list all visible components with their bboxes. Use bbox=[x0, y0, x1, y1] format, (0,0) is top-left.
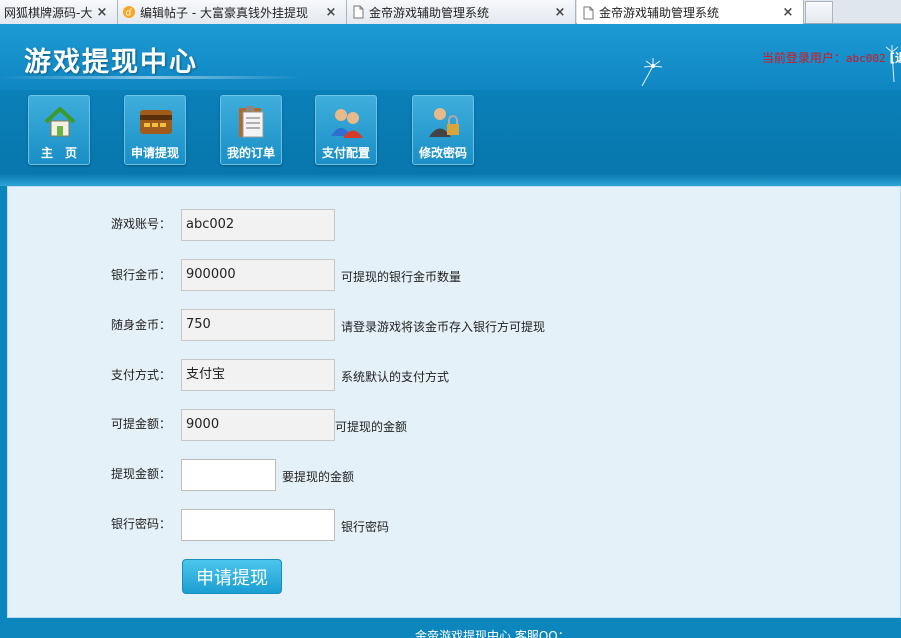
carry-gold-field: 750 bbox=[181, 309, 335, 341]
close-icon[interactable]: × bbox=[324, 5, 338, 20]
site-header: 游戏提现中心 当前登录用户：abc002 [退 bbox=[0, 24, 901, 90]
current-user-info: 当前登录用户：abc002 [退 bbox=[762, 49, 901, 66]
dandelion-decoration-icon bbox=[641, 58, 663, 87]
withdraw-form-panel: 游戏账号： abc002 银行金币： 900000 可提现的银行金币数量 随身金… bbox=[7, 186, 901, 618]
nav-label: 我的订单 bbox=[226, 146, 275, 160]
pay-method-hint: 系统默认的支付方式 bbox=[341, 370, 450, 384]
nav-withdraw-button[interactable]: 申请提现 bbox=[124, 95, 186, 165]
nav-orders-button[interactable]: 我的订单 bbox=[220, 95, 282, 165]
username: abc002 bbox=[845, 52, 886, 65]
home-icon bbox=[44, 107, 76, 137]
pay-method-field: 支付宝 bbox=[181, 359, 335, 391]
page-title: 游戏提现中心 bbox=[24, 47, 198, 78]
browser-tab-1[interactable]: 网狐棋牌源码-大 × bbox=[0, 0, 118, 24]
nav-change-password-button[interactable]: 修改密码 bbox=[412, 95, 474, 165]
bank-gold-label: 银行金币： bbox=[111, 268, 172, 282]
clipboard-icon bbox=[239, 106, 264, 138]
nav-label: 主 页 bbox=[40, 146, 77, 160]
withdraw-amount-input[interactable] bbox=[181, 459, 276, 491]
available-amount-field: 9000 bbox=[181, 409, 335, 441]
bank-password-label: 银行密码： bbox=[111, 517, 172, 531]
account-field: abc002 bbox=[181, 209, 335, 241]
nav-label: 支付配置 bbox=[321, 146, 370, 160]
nav-home-button[interactable]: 主 页 bbox=[28, 95, 90, 165]
pay-method-label: 支付方式： bbox=[111, 368, 172, 382]
header-swoosh bbox=[0, 76, 300, 79]
discuz-logo-icon: ɗ bbox=[123, 6, 135, 19]
bankcard-icon bbox=[140, 110, 172, 134]
bank-gold-field: 900000 bbox=[181, 259, 335, 291]
account-label: 游戏账号： bbox=[111, 217, 172, 231]
main-nav: 主 页 申请提现 我的订单 支付配置 修改密码 bbox=[0, 90, 901, 174]
close-icon[interactable]: × bbox=[553, 5, 567, 20]
login-prefix: 当前登录用户： bbox=[761, 51, 846, 65]
tab-title: 金帝游戏辅助管理系统 bbox=[599, 6, 720, 20]
nav-divider-band bbox=[0, 174, 901, 186]
browser-tab-3[interactable]: 金帝游戏辅助管理系统 × bbox=[347, 0, 576, 24]
tab-title: 编辑帖子 - 大富豪真钱外挂提现 bbox=[140, 5, 308, 20]
carry-gold-label: 随身金币： bbox=[111, 318, 172, 332]
submit-withdraw-button[interactable]: 申请提现 bbox=[182, 559, 282, 594]
tab-title: 网狐棋牌源码-大 bbox=[4, 5, 93, 20]
page-icon bbox=[583, 6, 594, 19]
nav-payment-config-button[interactable]: 支付配置 bbox=[315, 95, 377, 165]
bank-password-hint: 银行密码 bbox=[341, 520, 390, 534]
user-lock-icon bbox=[429, 108, 459, 137]
bank-password-input[interactable] bbox=[181, 509, 335, 541]
tab-title: 金帝游戏辅助管理系统 bbox=[369, 5, 490, 20]
page-icon bbox=[353, 5, 364, 19]
nav-label: 申请提现 bbox=[130, 146, 179, 160]
new-tab-button[interactable] bbox=[805, 1, 833, 23]
logout-link[interactable]: [退 bbox=[890, 51, 901, 65]
bank-gold-hint: 可提现的银行金币数量 bbox=[341, 270, 462, 284]
footer: 金帝游戏提现中心 客服QQ： bbox=[0, 618, 901, 638]
browser-tab-bar: 网狐棋牌源码-大 × ɗ 编辑帖子 - 大富豪真钱外挂提现 × 金帝游戏辅助管理… bbox=[0, 0, 901, 25]
users-icon bbox=[331, 109, 363, 138]
available-amount-label: 可提金额： bbox=[111, 417, 172, 431]
footer-text: 金帝游戏提现中心 客服QQ： bbox=[415, 629, 570, 638]
carry-gold-hint: 请登录游戏将该金币存入银行方可提现 bbox=[341, 320, 546, 334]
nav-label: 修改密码 bbox=[418, 146, 467, 160]
withdraw-amount-label: 提现金额： bbox=[111, 467, 172, 481]
browser-tab-2[interactable]: ɗ 编辑帖子 - 大富豪真钱外挂提现 × bbox=[118, 0, 347, 24]
close-icon[interactable]: × bbox=[781, 5, 795, 20]
svg-text:ɗ: ɗ bbox=[126, 9, 133, 19]
withdraw-amount-hint: 要提现的金额 bbox=[282, 470, 355, 484]
available-amount-hint: 可提现的金额 bbox=[335, 420, 408, 434]
close-icon[interactable]: × bbox=[95, 5, 109, 20]
browser-tab-4-active[interactable]: 金帝游戏辅助管理系统 × bbox=[577, 0, 804, 25]
